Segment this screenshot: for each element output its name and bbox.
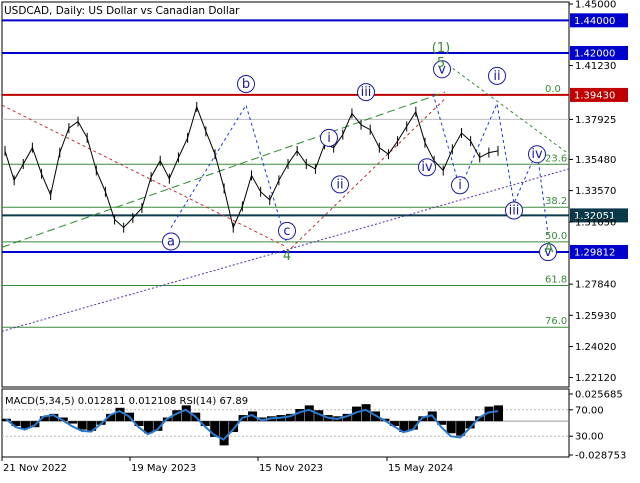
main-plot-frame	[1, 1, 570, 388]
level-price-text: 1.44000	[574, 16, 615, 27]
level-price-text: 1.42000	[574, 48, 615, 59]
wave-label: 5	[437, 56, 445, 71]
fibo-label: 76.0	[545, 316, 567, 327]
date-label: 15 May 2024	[388, 463, 453, 474]
wave-label: ii	[493, 69, 500, 84]
wave-label: iii	[509, 204, 520, 219]
fibo-label: 38.2	[545, 196, 567, 207]
macd-bar	[494, 405, 503, 422]
price-label: 1.37925	[575, 115, 616, 126]
wave-label: a	[167, 235, 175, 250]
indicator-tick-label: 0.025685	[575, 390, 623, 401]
level-price-text: 1.29812	[574, 247, 615, 258]
price-label: 1.24020	[575, 342, 616, 353]
macd-bar	[304, 405, 314, 422]
date-label: 21 Nov 2022	[3, 463, 67, 474]
wave-label: ii	[336, 177, 343, 192]
price-label: 1.22120	[575, 373, 616, 384]
fibo-label: 0.0	[545, 84, 561, 95]
wave-label: iv	[421, 160, 433, 175]
wave-label: iv	[531, 147, 543, 162]
level-price-text: 1.39430	[574, 90, 615, 101]
date-axis: 21 Nov 2022 19 May 2023 15 Nov 2023 15 May …	[1, 457, 453, 474]
chart-svg: 1.440001.420001.394301.320511.29812 0.02…	[1, 0, 628, 474]
price-label: 1.35480	[575, 155, 616, 166]
wave-label: (1)	[432, 41, 450, 56]
wave-label: 4	[283, 249, 291, 264]
chart-title: USDCAD, Daily: US Dollar vs Canadian Dol…	[4, 5, 240, 17]
wave-label: i	[458, 178, 462, 193]
price-label: 1.31650	[575, 217, 616, 228]
chart-stage: 1.44000 1.42000 1.39430 1.32051 1.29812 0.0 2…	[0, 0, 640, 480]
macd-bar	[115, 407, 125, 422]
indicator-label: MACD(5,34,5) 0.012811 0.012108 RSI(14) 6…	[5, 396, 248, 407]
fibo-label: 61.8	[545, 274, 567, 285]
wave-label: A	[545, 241, 554, 256]
date-label: 15 Nov 2023	[259, 463, 323, 474]
price-label: 1.25930	[575, 311, 616, 322]
price-label: 1.41230	[575, 61, 616, 72]
wave-label: iii	[361, 85, 372, 100]
price-label: 1.27840	[575, 280, 616, 291]
date-label: 19 May 2023	[131, 463, 196, 474]
fibo-label: 23.6	[545, 153, 567, 164]
wave-label: i	[327, 131, 331, 146]
macd-bar	[446, 421, 456, 434]
wave-label: c	[283, 224, 290, 239]
indicator-tick-label: -0.028753	[575, 451, 626, 462]
wave-label: b	[242, 77, 250, 92]
price-label: 1.45000	[575, 0, 616, 11]
indicator-tick-label: 30.00	[575, 432, 604, 443]
indicator-tick-label: 70.00	[575, 405, 604, 416]
macd-bar	[68, 421, 78, 424]
macd-bar	[77, 421, 87, 430]
macd-bar	[219, 421, 229, 446]
price-label: 1.33570	[575, 186, 616, 197]
